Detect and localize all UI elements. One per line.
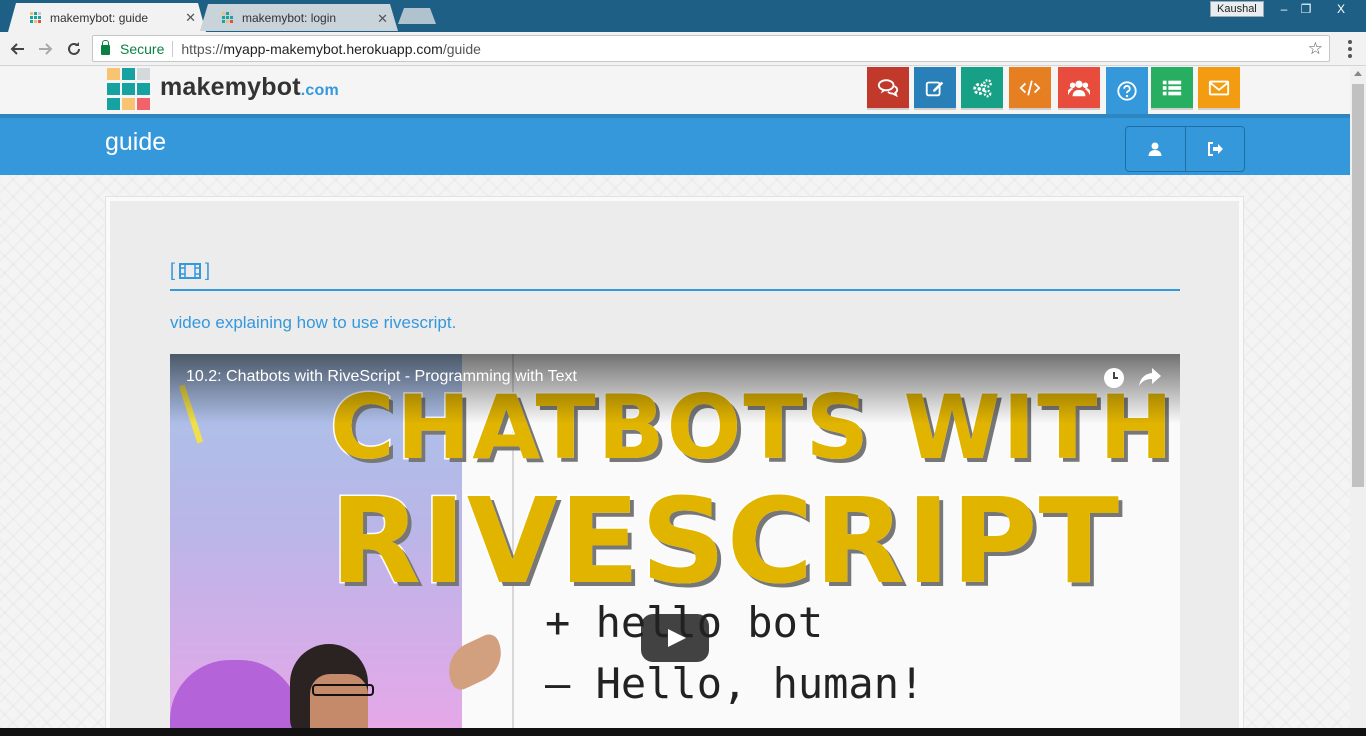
user-icon <box>1148 142 1162 156</box>
nav-edit-button[interactable] <box>914 67 956 108</box>
list-icon <box>1162 80 1182 95</box>
brand-logo[interactable]: makemybot.com <box>160 73 339 102</box>
page-title-bar: guide <box>0 114 1350 175</box>
video-title[interactable]: 10.2: Chatbots with RiveScript - Program… <box>186 368 577 386</box>
video-code-line-2: – Hello, human! <box>545 659 925 708</box>
scroll-up-arrow-icon[interactable] <box>1354 71 1362 76</box>
profile-button[interactable]: Kaushal <box>1210 1 1264 17</box>
help-icon <box>1117 81 1137 101</box>
video-title-overlay <box>170 354 1180 424</box>
bookmark-star-icon[interactable]: ☆ <box>1308 39 1323 59</box>
url-scheme: https:// <box>181 40 224 57</box>
browser-toolbar: Secure https://myapp-makemybot.herokuapp… <box>0 32 1366 66</box>
scrollbar-thumb[interactable] <box>1352 84 1364 487</box>
video-headline-line-2: RIVESCRIPT <box>328 471 1121 612</box>
tab-guide[interactable]: makemybot: guide ✕ <box>8 3 206 32</box>
forward-arrow-icon[interactable] <box>35 38 57 60</box>
share-icon[interactable] <box>1138 366 1162 388</box>
reload-icon[interactable] <box>63 38 85 60</box>
youtube-video-player[interactable]: + hello bot – Hello, human! CHATBOTS WIT… <box>170 354 1180 728</box>
cogs-icon <box>973 78 992 97</box>
comments-icon <box>877 78 899 97</box>
nav-settings-button[interactable] <box>961 67 1003 108</box>
guide-card: [ ] video explaining how to use rivescri… <box>105 196 1244 728</box>
play-button[interactable] <box>641 614 709 662</box>
code-icon <box>1019 79 1041 96</box>
site-favicon-icon <box>222 12 234 24</box>
address-bar[interactable]: Secure https://myapp-makemybot.herokuapp… <box>92 35 1330 62</box>
nav-help-button[interactable] <box>1106 67 1148 115</box>
os-taskbar <box>0 728 1366 736</box>
page-scrollbar[interactable] <box>1350 67 1366 728</box>
url-separator <box>172 40 174 57</box>
close-window-button[interactable]: X <box>1327 0 1355 18</box>
mail-icon <box>1208 80 1230 95</box>
nav-list-button[interactable] <box>1151 67 1193 108</box>
page-viewport: makemybot.com guide [] video explaining… <box>0 67 1350 728</box>
tab-title: makemybot: login <box>242 10 337 25</box>
site-favicon-icon <box>30 12 42 24</box>
secure-label: Secure <box>120 40 165 57</box>
brand-suffix: .com <box>300 82 339 99</box>
user-actions <box>1125 126 1245 172</box>
bracket-open: [ <box>170 260 176 280</box>
watch-later-icon[interactable] <box>1104 368 1124 388</box>
nav-users-button[interactable] <box>1058 67 1100 108</box>
close-tab-icon[interactable]: ✕ <box>377 11 388 27</box>
sign-out-icon <box>1207 142 1223 156</box>
back-arrow-icon[interactable] <box>6 38 28 60</box>
edit-icon <box>925 81 944 96</box>
new-tab-button[interactable] <box>398 8 436 24</box>
logout-button[interactable] <box>1184 127 1245 171</box>
nav-chat-button[interactable] <box>867 67 909 108</box>
page-title: guide <box>105 128 167 156</box>
app-header: makemybot.com <box>0 67 1350 115</box>
video-presenter-face <box>310 674 368 728</box>
url-path: /guide <box>442 40 481 57</box>
tab-title: makemybot: guide <box>50 10 149 25</box>
logo-icon[interactable] <box>105 68 151 112</box>
bracket-close: ] <box>205 260 211 280</box>
users-icon <box>1068 80 1090 96</box>
section-divider <box>170 289 1180 291</box>
section-heading: [ ] <box>170 260 210 281</box>
close-tab-icon[interactable]: ✕ <box>185 10 196 26</box>
profile-button[interactable] <box>1126 127 1185 171</box>
nav-mail-button[interactable] <box>1198 67 1240 108</box>
lock-icon <box>101 40 110 55</box>
url-text: https://myapp-makemybot.herokuapp.com/gu… <box>181 41 481 57</box>
browser-menu-icon[interactable] <box>1342 37 1358 61</box>
video-description: video explaining how to use rivescript. <box>170 313 457 332</box>
video-presenter-glasses <box>312 684 374 696</box>
film-icon <box>179 262 202 279</box>
nav-code-button[interactable] <box>1009 67 1051 108</box>
browser-tab-bar: makemybot: guide ✕ makemybot: login ✕ Ka… <box>0 0 1366 32</box>
tab-login[interactable]: makemybot: login ✕ <box>200 4 398 31</box>
brand-name: makemybot <box>160 73 301 101</box>
restore-button[interactable]: ❐ <box>1292 0 1320 18</box>
url-host: myapp-makemybot.herokuapp.com <box>223 40 443 57</box>
